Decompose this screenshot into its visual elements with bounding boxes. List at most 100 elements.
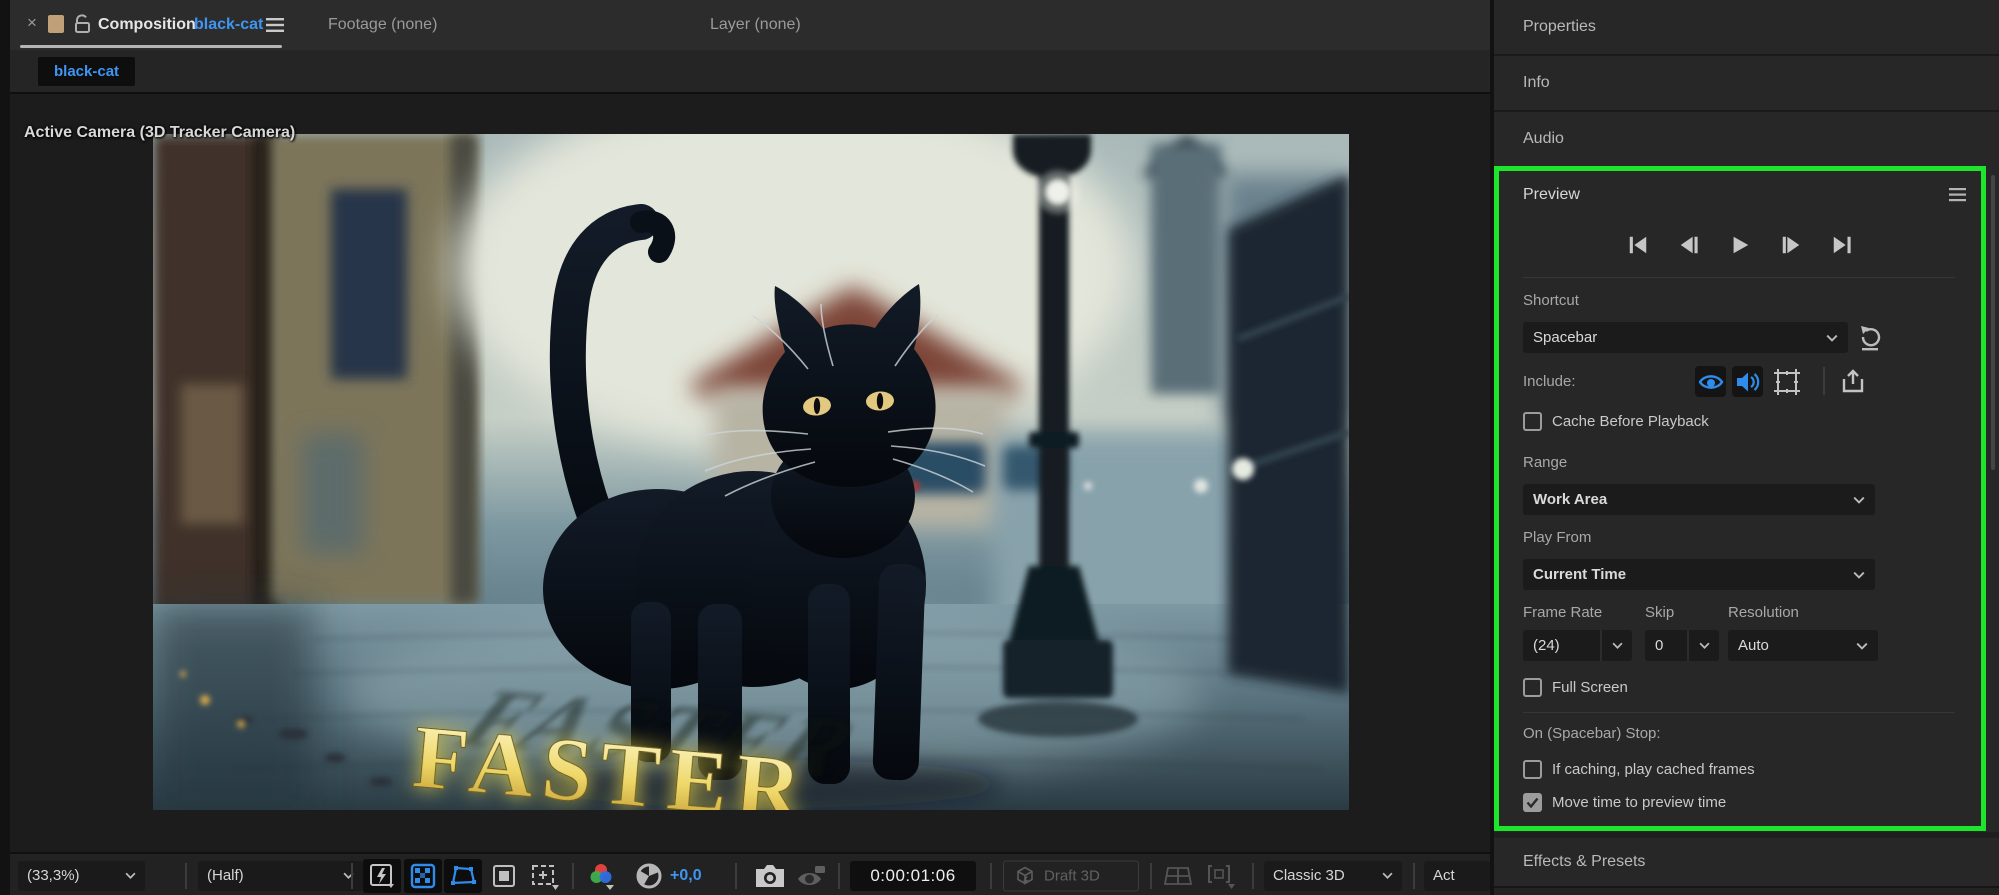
tab-footage[interactable]: Footage (none) bbox=[328, 0, 437, 50]
range-label: Range bbox=[1523, 454, 1567, 471]
transport-controls bbox=[1499, 233, 1981, 257]
include-label: Include: bbox=[1523, 373, 1576, 390]
first-frame-button[interactable] bbox=[1626, 233, 1650, 257]
include-output-button[interactable] bbox=[1837, 366, 1868, 397]
include-audio-button[interactable] bbox=[1732, 366, 1763, 397]
full-screen-checkbox[interactable]: Full Screen bbox=[1523, 678, 1628, 697]
checkbox[interactable] bbox=[1523, 760, 1542, 779]
tab-effects-presets[interactable]: Effects & Presets bbox=[1494, 838, 1999, 886]
checkbox[interactable] bbox=[1523, 412, 1542, 431]
draft-3d-label: Draft 3D bbox=[1044, 867, 1100, 884]
last-frame-button[interactable] bbox=[1830, 233, 1854, 257]
play-button[interactable] bbox=[1728, 233, 1752, 257]
draft-3d-toggle[interactable]: Draft 3D bbox=[1003, 860, 1139, 891]
divider bbox=[351, 863, 353, 889]
previous-frame-button[interactable] bbox=[1677, 233, 1701, 257]
play-from-dropdown[interactable]: Current Time bbox=[1523, 559, 1875, 590]
preview-panel-title[interactable]: Preview bbox=[1523, 186, 1580, 204]
fast-previews-button[interactable] bbox=[363, 859, 401, 893]
show-snapshot-button[interactable] bbox=[793, 859, 829, 893]
panel-menu-icon[interactable] bbox=[266, 17, 284, 38]
pixel-aspect-icon[interactable] bbox=[1200, 859, 1240, 893]
region-of-interest-button[interactable] bbox=[486, 859, 522, 893]
on-stop-heading: On (Spacebar) Stop: bbox=[1523, 725, 1661, 742]
composition-viewer[interactable]: Active Camera (3D Tracker Camera) bbox=[10, 94, 1490, 852]
divider bbox=[1523, 277, 1955, 278]
shortcut-label: Shortcut bbox=[1523, 292, 1579, 309]
include-video-button[interactable] bbox=[1695, 366, 1726, 397]
view-layout-icon[interactable] bbox=[1160, 859, 1196, 893]
panel-tab-bar: × Composition black-cat Footage (none) L… bbox=[10, 0, 1490, 50]
chevron-down-icon[interactable] bbox=[1600, 630, 1632, 661]
divider bbox=[185, 863, 187, 889]
reset-shortcut-button[interactable] bbox=[1857, 324, 1883, 357]
tab-info[interactable]: Info bbox=[1494, 56, 1999, 110]
shortcut-dropdown[interactable]: Spacebar bbox=[1523, 322, 1848, 353]
adjust-exposure-icon[interactable] bbox=[632, 859, 666, 893]
skip-select[interactable]: 0 bbox=[1645, 630, 1719, 661]
checkbox-label: Cache Before Playback bbox=[1552, 413, 1709, 430]
frame-rate-select[interactable]: (24) bbox=[1523, 630, 1632, 661]
divider bbox=[1150, 863, 1152, 889]
eye-icon bbox=[1698, 372, 1724, 392]
viewer-toolbar: (33,3%) (Half) bbox=[10, 852, 1490, 895]
magnification-dropdown[interactable]: (33,3%) bbox=[18, 861, 145, 891]
video-frame: FASTER FASTER bbox=[153, 134, 1349, 810]
next-frame-button[interactable] bbox=[1779, 233, 1803, 257]
divider bbox=[1252, 863, 1254, 889]
transparency-grid-button[interactable] bbox=[404, 859, 442, 893]
tab-composition-name[interactable]: black-cat bbox=[194, 0, 263, 50]
divider bbox=[1823, 367, 1825, 395]
overlays-icon bbox=[1773, 368, 1801, 396]
exposure-value[interactable]: +0,0 bbox=[670, 867, 702, 885]
unlock-icon[interactable] bbox=[74, 14, 91, 39]
preview-panel-highlight: Preview bbox=[1494, 166, 1986, 831]
mask-visibility-button[interactable] bbox=[444, 859, 482, 893]
divider bbox=[990, 863, 992, 889]
tab-properties[interactable]: Properties bbox=[1494, 0, 1999, 54]
speaker-icon bbox=[1735, 371, 1761, 393]
play-cached-frames-checkbox[interactable]: If caching, play cached frames bbox=[1523, 760, 1755, 779]
take-snapshot-button[interactable] bbox=[750, 859, 790, 893]
divider bbox=[572, 863, 574, 889]
divider bbox=[1523, 712, 1955, 713]
checkbox[interactable] bbox=[1523, 678, 1542, 697]
active-camera-label: Active Camera (3D Tracker Camera) bbox=[24, 124, 295, 142]
right-panel-stack: Properties Info Audio Preview bbox=[1494, 0, 1999, 895]
after-effects-window: × Composition black-cat Footage (none) L… bbox=[0, 0, 1999, 895]
resolution-select[interactable]: Auto bbox=[1728, 630, 1878, 661]
composition-color-swatch bbox=[48, 15, 64, 33]
cache-before-playback-checkbox[interactable]: Cache Before Playback bbox=[1523, 412, 1709, 431]
panel-scrollbar[interactable] bbox=[1991, 175, 1995, 470]
tab-composition[interactable]: Composition bbox=[98, 0, 196, 50]
composition-mini-tab-row: black-cat bbox=[10, 50, 1490, 94]
resolution-dropdown[interactable]: (Half) bbox=[198, 861, 363, 891]
range-dropdown[interactable]: Work Area bbox=[1523, 484, 1875, 515]
close-icon[interactable]: × bbox=[22, 13, 42, 33]
include-overlays-button[interactable] bbox=[1771, 366, 1802, 397]
checkbox-label: If caching, play cached frames bbox=[1552, 761, 1755, 778]
move-time-checkbox[interactable]: Move time to preview time bbox=[1523, 793, 1726, 812]
panel-bottom bbox=[1494, 888, 1999, 895]
active-tab-underline bbox=[20, 45, 282, 48]
divider bbox=[735, 863, 737, 889]
preview-menu-icon[interactable] bbox=[1949, 188, 1966, 207]
timecode-field[interactable]: 0:00:01:06 bbox=[850, 861, 976, 891]
composition-panel: × Composition black-cat Footage (none) L… bbox=[10, 0, 1490, 895]
play-from-label: Play From bbox=[1523, 529, 1591, 546]
tab-audio[interactable]: Audio bbox=[1494, 112, 1999, 166]
window-edge bbox=[0, 0, 10, 895]
show-channel-button[interactable] bbox=[584, 859, 618, 893]
checkbox[interactable] bbox=[1523, 793, 1542, 812]
grid-guides-button[interactable] bbox=[524, 859, 564, 893]
composition-mini-tab[interactable]: black-cat bbox=[38, 57, 135, 86]
export-icon bbox=[1840, 369, 1866, 395]
renderer-dropdown[interactable]: Classic 3D bbox=[1264, 861, 1402, 891]
view-dropdown[interactable]: Act bbox=[1424, 861, 1490, 891]
divider bbox=[838, 863, 840, 889]
cube-icon bbox=[1014, 865, 1036, 887]
chevron-down-icon[interactable] bbox=[1687, 630, 1719, 661]
tab-layer[interactable]: Layer (none) bbox=[710, 0, 801, 50]
divider bbox=[1413, 863, 1415, 889]
checkbox-label: Full Screen bbox=[1552, 679, 1628, 696]
